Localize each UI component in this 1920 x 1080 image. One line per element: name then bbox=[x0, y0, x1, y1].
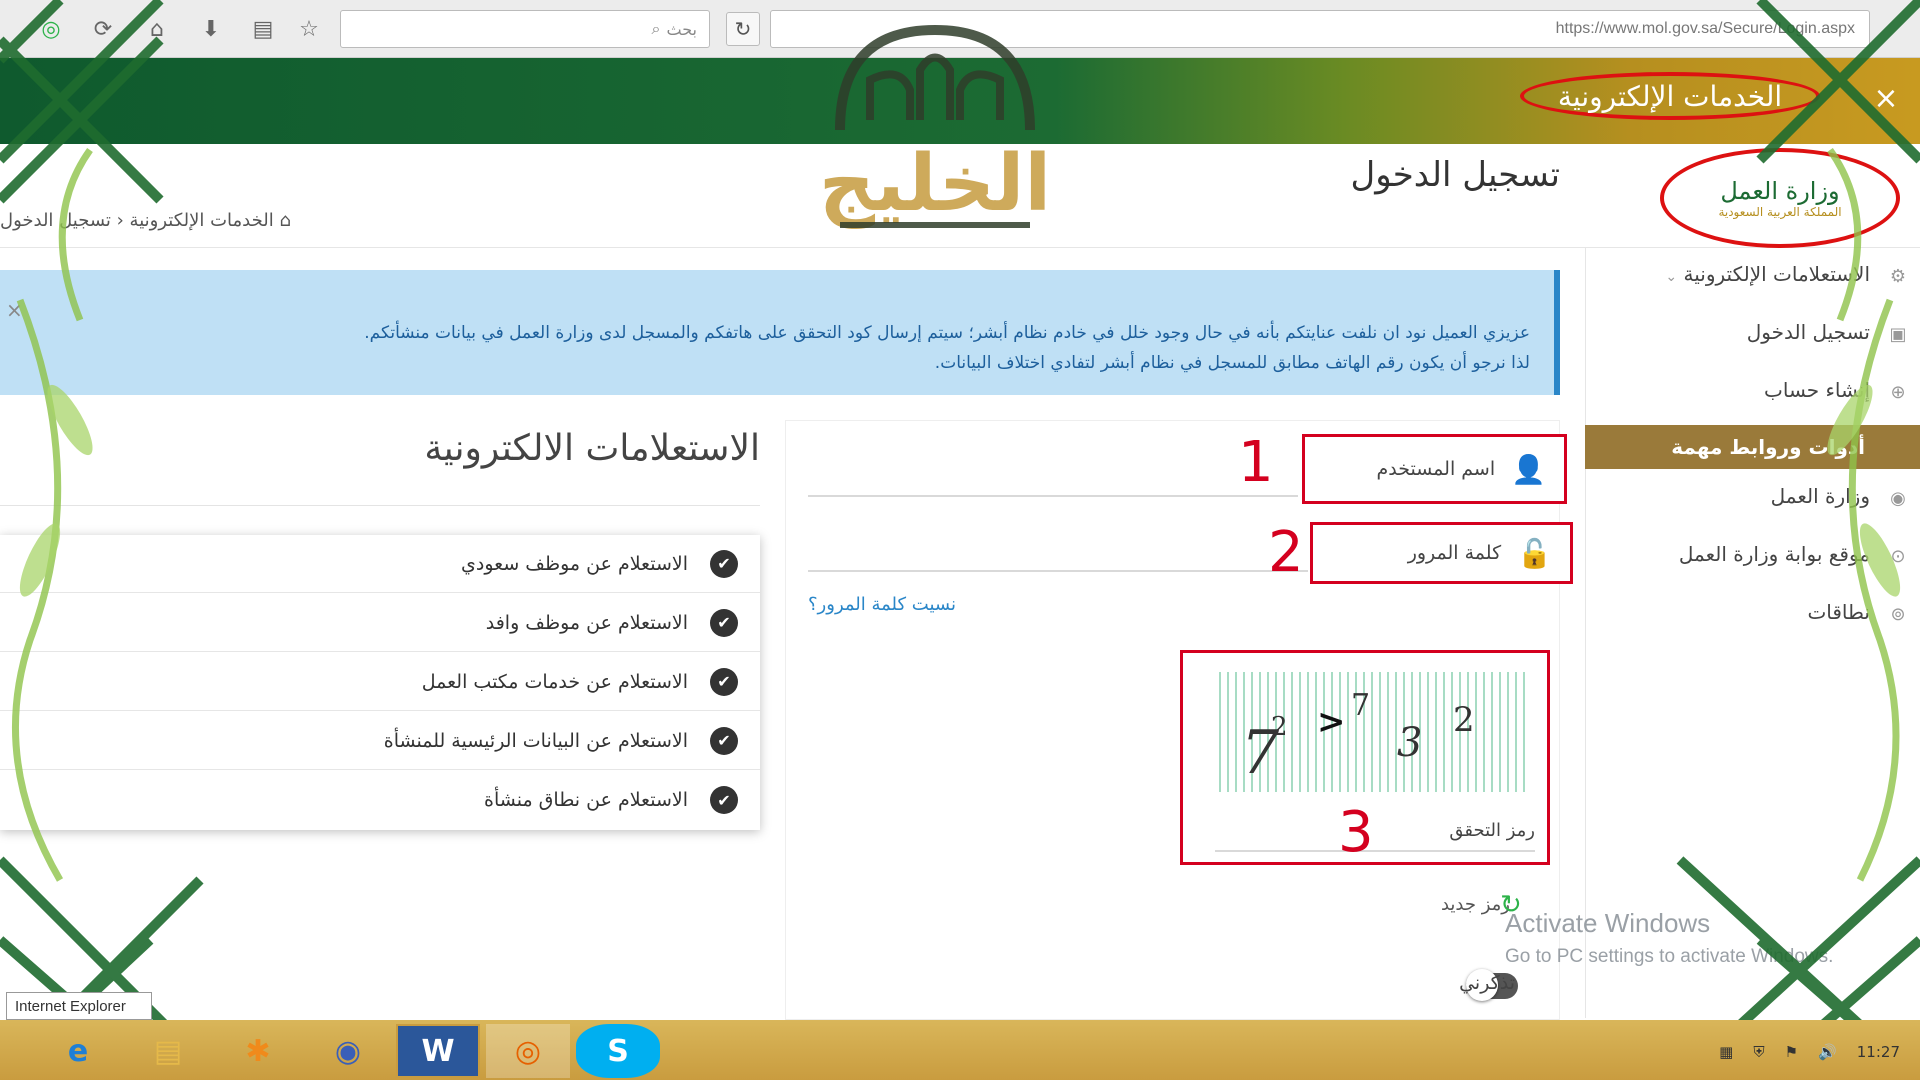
new-captcha-link[interactable]: رمز جديد bbox=[1400, 894, 1510, 915]
sidemenu-link-ministry[interactable]: وزارة العمل bbox=[1590, 484, 1870, 508]
globe-icon: ◉ bbox=[1890, 488, 1906, 509]
password-underline bbox=[808, 570, 1308, 572]
sidemenu-link-portal[interactable]: موقع بوابة وزارة العمل bbox=[1590, 542, 1870, 566]
flag-icon[interactable]: ⚑ bbox=[1785, 1043, 1798, 1061]
bookmark-star-icon[interactable]: ☆ bbox=[292, 12, 326, 46]
close-icon[interactable]: × bbox=[1866, 78, 1906, 118]
captcha-char: 3 bbox=[1397, 720, 1423, 766]
vlc-icon[interactable]: ✱ bbox=[216, 1024, 300, 1078]
ministry-name: وزارة العمل bbox=[1720, 177, 1840, 205]
addon-icon[interactable]: ◎ bbox=[34, 12, 68, 46]
url-text: https://www.mol.gov.sa/Secure/Login.aspx bbox=[1555, 20, 1855, 37]
side-menu: الاستعلامات الإلكترونية ⌄ ⚙ تسجيل الدخول… bbox=[1585, 248, 1920, 1018]
sidemenu-item-register[interactable]: إنشاء حساب bbox=[1590, 378, 1870, 402]
notice-banner: عزيزي العميل نود ان نلفت عنايتكم بأنه في… bbox=[0, 270, 1560, 395]
activate-windows-title: Activate Windows bbox=[1505, 908, 1711, 938]
skype-icon[interactable]: S bbox=[576, 1024, 660, 1078]
link-icon: ⊙ bbox=[1890, 546, 1906, 567]
marker-2: 2 bbox=[1268, 520, 1304, 585]
captcha-label: رمز التحقق bbox=[1449, 820, 1535, 841]
browser-icon[interactable]: ◉ bbox=[306, 1024, 390, 1078]
list-item[interactable]: ✔ الاستعلام عن نطاق منشأة bbox=[0, 771, 760, 829]
list-item[interactable]: ✔ الاستعلام عن موظف سعودي bbox=[0, 535, 760, 593]
list-item-label: الاستعلام عن نطاق منشأة bbox=[484, 789, 688, 811]
notice-line-2: لذا نرجو أن يكون رقم الهاتف مطابق للمسجل… bbox=[934, 353, 1530, 373]
remember-me-label: تذكرني bbox=[1459, 972, 1515, 994]
list-item[interactable]: ✔ الاستعلام عن خدمات مكتب العمل bbox=[0, 653, 760, 711]
username-label: اسم المستخدم bbox=[1376, 458, 1496, 480]
username-underline bbox=[808, 495, 1298, 497]
taskbar-tooltip: Internet Explorer bbox=[6, 992, 152, 1020]
captcha-input[interactable] bbox=[1215, 850, 1535, 852]
page-title: تسجيل الدخول bbox=[1350, 155, 1561, 195]
ministry-logo[interactable]: وزارة العمل المملكة العربية السعودية bbox=[1660, 148, 1900, 248]
download-icon[interactable]: ⬇ bbox=[194, 12, 228, 46]
activate-windows-subtitle: Go to PC settings to activate Windows. bbox=[1505, 946, 1834, 967]
captcha-char: 2 bbox=[1453, 700, 1475, 740]
captcha-char: > bbox=[1317, 702, 1346, 742]
marker-1: 1 bbox=[1238, 430, 1274, 495]
search-icon: ⌕ bbox=[651, 19, 661, 38]
sidemenu-link-nitaqat[interactable]: نطاقات bbox=[1590, 600, 1870, 624]
check-icon: ✔ bbox=[710, 786, 738, 814]
captcha-char: 7 bbox=[1351, 688, 1371, 723]
marker-3: 3 bbox=[1338, 800, 1374, 865]
browser-search-input[interactable]: بحث ⌕ bbox=[340, 10, 710, 48]
home-icon[interactable]: ⌂ bbox=[140, 12, 174, 46]
list-item-label: الاستعلام عن موظف وافد bbox=[485, 611, 688, 634]
captcha-image: 7 2 > 7 3 2 bbox=[1213, 672, 1528, 792]
system-tray[interactable]: ▦ ⛨ ⚑ 🔊 11:27 bbox=[1500, 1038, 1900, 1066]
password-field[interactable]: 🔓 كلمة المرور bbox=[1310, 522, 1573, 584]
plus-icon: ⊕ bbox=[1890, 382, 1906, 403]
check-icon: ✔ bbox=[710, 726, 738, 755]
check-icon: ✔ bbox=[710, 608, 738, 637]
sync-icon[interactable]: ⟳ bbox=[86, 12, 120, 46]
user-icon: 👤 bbox=[1511, 452, 1546, 486]
list-item[interactable]: ✔ الاستعلام عن موظف وافد bbox=[0, 594, 760, 652]
captcha-char: 2 bbox=[1271, 712, 1288, 742]
watermark-logo: الخليج bbox=[819, 24, 1051, 229]
inquiries-title: الاستعلامات الالكترونية bbox=[424, 428, 760, 469]
breadcrumb[interactable]: ⌂ الخدمات الإلكترونية ‹ تسجيل الدخول bbox=[0, 210, 320, 231]
check-icon: ✔ bbox=[710, 549, 738, 578]
clock[interactable]: 11:27 bbox=[1857, 1043, 1900, 1061]
inquiries-list: ✔ الاستعلام عن موظف سعودي ✔ الاستعلام عن… bbox=[0, 535, 760, 830]
ie-icon[interactable]: e bbox=[36, 1024, 120, 1078]
list-item[interactable]: ✔ الاستعلام عن البيانات الرئيسية للمنشأة bbox=[0, 712, 760, 770]
circle-icon: ⊚ bbox=[1890, 604, 1906, 625]
list-item-label: الاستعلام عن موظف سعودي bbox=[461, 552, 688, 575]
chevron-down-icon: ⌄ bbox=[1665, 269, 1678, 285]
network-icon[interactable]: ▦ bbox=[1719, 1043, 1733, 1061]
sidemenu-item-login[interactable]: تسجيل الدخول bbox=[1590, 320, 1870, 344]
firefox-icon[interactable]: ◎ bbox=[486, 1024, 570, 1078]
list-item-label: الاستعلام عن البيانات الرئيسية للمنشأة bbox=[383, 729, 688, 752]
reload-button[interactable]: ↻ bbox=[726, 12, 760, 46]
sidemenu-section-header: أدوات وروابط مهمة bbox=[1585, 425, 1920, 469]
word-icon[interactable]: W bbox=[396, 1024, 480, 1078]
divider bbox=[0, 505, 760, 506]
gears-icon: ⚙ bbox=[1889, 266, 1907, 287]
shield-icon[interactable]: ⛨ bbox=[1753, 1043, 1764, 1061]
reader-icon[interactable]: ▤ bbox=[246, 12, 280, 46]
volume-icon[interactable]: 🔊 bbox=[1818, 1043, 1837, 1061]
watermark-text: الخليج bbox=[819, 139, 1051, 229]
lock-icon: 🔓 bbox=[1517, 536, 1552, 570]
header-title[interactable]: الخدمات الإلكترونية bbox=[1520, 72, 1820, 120]
sidemenu-item-inquiries[interactable]: الاستعلامات الإلكترونية ⌄ bbox=[1590, 262, 1870, 286]
breadcrumb-text[interactable]: الخدمات الإلكترونية ‹ تسجيل الدخول bbox=[0, 210, 274, 231]
username-field[interactable]: 👤 اسم المستخدم bbox=[1302, 434, 1567, 504]
login-icon: ▣ bbox=[1889, 324, 1907, 345]
ministry-subtitle: المملكة العربية السعودية bbox=[1718, 205, 1842, 219]
check-icon: ✔ bbox=[710, 667, 738, 696]
password-label: كلمة المرور bbox=[1407, 542, 1502, 564]
forgot-password-link[interactable]: نسيت كلمة المرور؟ bbox=[808, 594, 956, 615]
list-item-label: الاستعلام عن خدمات مكتب العمل bbox=[421, 670, 688, 693]
browser-search-placeholder: بحث bbox=[666, 19, 698, 39]
explorer-icon[interactable]: ▤ bbox=[126, 1024, 210, 1078]
sidemenu-item-label: الاستعلامات الإلكترونية bbox=[1683, 262, 1870, 286]
notice-close-icon[interactable]: × bbox=[6, 298, 23, 322]
notice-line-1: عزيزي العميل نود ان نلفت عنايتكم بأنه في… bbox=[364, 323, 1530, 343]
home-icon[interactable]: ⌂ bbox=[274, 210, 290, 231]
